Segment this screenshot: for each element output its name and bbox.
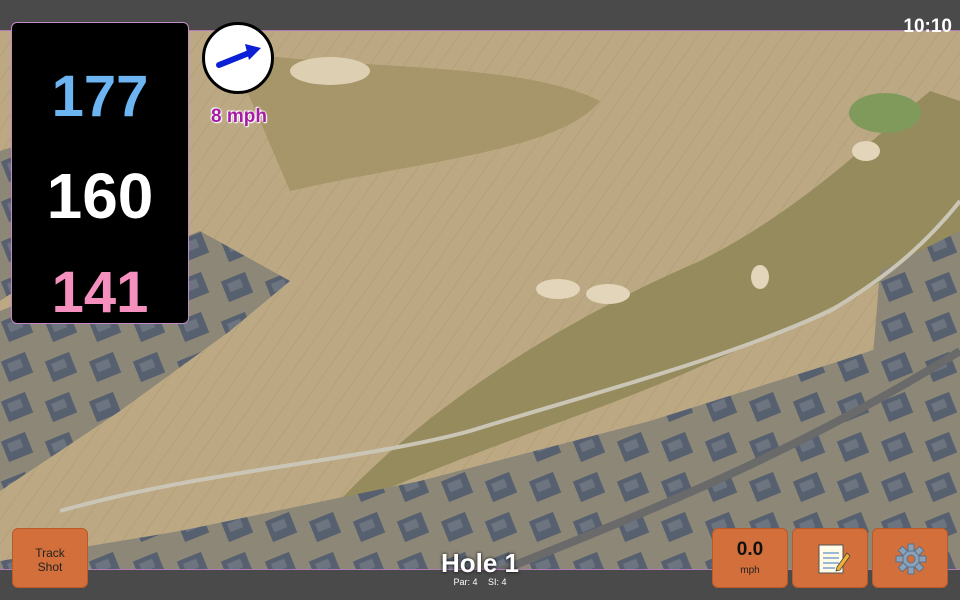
- wind-readout-value: 0.0: [736, 539, 764, 560]
- back-distance: 177: [51, 64, 149, 129]
- notes-button[interactable]: [792, 528, 868, 588]
- wind-arrow-icon: [216, 44, 261, 68]
- wind-direction-dial: [202, 22, 274, 94]
- settings-button[interactable]: [872, 528, 948, 588]
- wind-speed-label: 8 mph: [211, 106, 267, 127]
- hole-stroke-index: SI: 4: [488, 577, 507, 587]
- track-shot-label-line1: Track: [35, 546, 65, 560]
- status-clock: 10:10: [903, 16, 952, 37]
- notepad-icon: [818, 544, 851, 574]
- gear-icon: [895, 543, 927, 575]
- middle-distance: 160: [46, 160, 154, 232]
- wind-readout-button[interactable]: 0.0 mph: [712, 528, 788, 588]
- hole-par: Par: 4: [453, 577, 478, 587]
- front-distance: 141: [51, 260, 149, 325]
- hole-meta: Par: 4 SI: 4: [380, 577, 580, 587]
- track-shot-label-line2: Shot: [37, 560, 63, 574]
- track-shot-button[interactable]: Track Shot: [12, 528, 88, 588]
- wind-readout-unit: mph: [740, 565, 760, 576]
- distance-panel: 177 160 141: [11, 22, 189, 325]
- hole-title: Hole 1: [440, 548, 520, 578]
